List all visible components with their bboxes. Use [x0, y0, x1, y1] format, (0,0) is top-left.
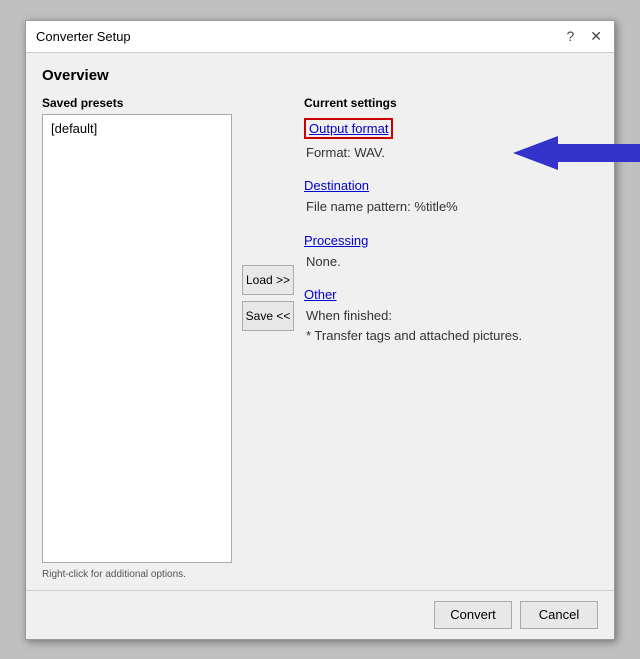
processing-value: None. — [304, 252, 598, 272]
processing-section: Processing None. — [304, 233, 598, 272]
processing-link[interactable]: Processing — [304, 233, 368, 248]
dialog-footer: Convert Cancel — [26, 590, 614, 639]
title-bar-left: Converter Setup — [36, 29, 131, 44]
close-button[interactable]: ✕ — [588, 28, 604, 45]
cancel-button[interactable]: Cancel — [520, 601, 598, 629]
main-area: Saved presets [default] Right-click for … — [42, 96, 598, 580]
output-format-section: Output format Format: WAV. — [304, 118, 598, 163]
destination-section: Destination File name pattern: %title% — [304, 178, 598, 217]
other-section: Other When finished:* Transfer tags and … — [304, 287, 598, 345]
convert-button[interactable]: Convert — [434, 601, 512, 629]
converter-setup-dialog: Converter Setup ? ✕ Overview Saved prese… — [25, 20, 615, 640]
current-settings-label: Current settings — [304, 96, 598, 110]
other-link[interactable]: Other — [304, 287, 337, 302]
presets-list[interactable]: [default] — [42, 114, 232, 563]
dialog-title: Converter Setup — [36, 29, 131, 44]
destination-link[interactable]: Destination — [304, 178, 369, 193]
other-value: When finished:* Transfer tags and attach… — [304, 306, 598, 345]
overview-heading: Overview — [42, 67, 598, 84]
load-button[interactable]: Load >> — [242, 265, 294, 295]
title-bar: Converter Setup ? ✕ — [26, 21, 614, 53]
output-format-link[interactable]: Output format — [304, 118, 393, 139]
middle-buttons: Load >> Save << — [232, 96, 304, 580]
saved-presets-label: Saved presets — [42, 96, 232, 110]
output-format-value: Format: WAV. — [304, 143, 598, 163]
title-bar-controls: ? ✕ — [564, 28, 604, 45]
save-button[interactable]: Save << — [242, 301, 294, 331]
right-click-hint: Right-click for additional options. — [42, 569, 232, 580]
dialog-body: Overview Saved presets [default] Right-c… — [26, 53, 614, 590]
destination-value: File name pattern: %title% — [304, 197, 598, 217]
left-panel: Saved presets [default] Right-click for … — [42, 96, 232, 580]
help-button[interactable]: ? — [564, 28, 576, 44]
right-panel: Current settings Output format Format: W… — [304, 96, 598, 580]
preset-item-default[interactable]: [default] — [47, 119, 227, 138]
